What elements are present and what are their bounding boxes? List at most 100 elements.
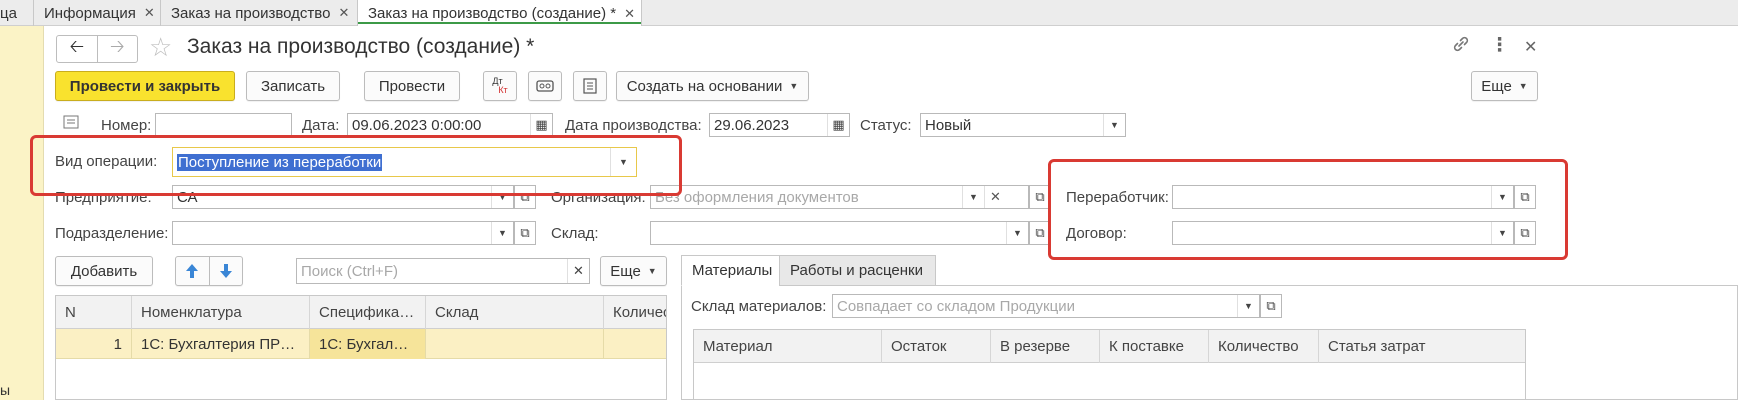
number-label: Номер: [101,117,152,134]
save-button[interactable]: Записать [246,71,340,101]
highlight-frame-processor [1048,159,1568,260]
organization-select[interactable]: Без оформления документов ✕ ▼ [650,185,1029,209]
chevron-down-icon[interactable]: ▼ [962,186,984,208]
reports-button[interactable] [528,71,562,101]
materials-warehouse-placeholder: Совпадает со складом Продукции [837,297,1075,315]
cell-specification[interactable]: 1С: Бухгал… [310,329,426,359]
create-based-on-label: Создать на основании [626,77,783,95]
clear-icon[interactable]: ✕ [984,186,1006,208]
tab-label: Заказ на производство [171,4,331,22]
calendar-icon[interactable]: ▦ [827,114,849,136]
column-header-balance[interactable]: Остаток [882,330,991,363]
column-header-reserved[interactable]: В резерве [991,330,1100,363]
tab-label: Информация [44,4,136,22]
status-value: Новый [925,116,972,134]
column-header-nomenclature[interactable]: Номенклатура [132,296,310,329]
move-buttons [175,256,243,286]
cell-quantity[interactable] [604,329,666,359]
date-input[interactable]: 09.06.2023 0:00:00 ▦ [347,113,553,137]
tab-information[interactable]: Информация ✕ [34,0,161,26]
cell-warehouse[interactable] [426,329,604,359]
move-down-icon[interactable] [210,257,243,285]
materials-warehouse-select[interactable]: Совпадает со складом Продукции ▼ [832,294,1260,318]
highlight-frame-operation [30,135,682,196]
table-row[interactable]: 1 1С: Бухгалтерия ПР… 1С: Бухгал… [56,329,666,359]
tab-start-page[interactable]: ца [0,0,34,26]
more-label: Еще [610,262,641,280]
department-select[interactable]: ▼ [172,221,514,245]
move-up-icon[interactable] [176,257,210,285]
chevron-down-icon: ▼ [789,81,799,91]
materials-table: Материал Остаток В резерве К поставке Ко… [693,329,1526,400]
products-more-button[interactable]: Еще ▼ [600,256,667,286]
post-and-close-button[interactable]: Провести и закрыть [55,71,235,101]
date-label: Дата: [302,117,340,134]
tab-materials[interactable]: Материалы [681,255,780,286]
forward-arrow-icon[interactable]: 🡢 [98,36,138,62]
tab-strip: ца Информация ✕ Заказ на производство ✕ … [0,0,1738,27]
left-panel-strip: ы [0,26,44,400]
production-date-value: 29.06.2023 [714,116,790,134]
close-icon[interactable]: ✕ [144,5,155,21]
favorite-star-icon[interactable]: ☆ [149,32,172,63]
document-icon [63,115,79,133]
column-header-material[interactable]: Материал [694,330,882,363]
column-header-warehouse[interactable]: Склад [426,296,604,329]
open-icon[interactable]: ⧉ [514,221,536,245]
cell-n[interactable]: 1 [56,329,132,359]
list-icon [583,78,597,94]
calendar-icon[interactable]: ▦ [530,114,552,136]
column-header-to-supply[interactable]: К поставке [1100,330,1209,363]
table-header: Материал Остаток В резерве К поставке Ко… [694,330,1525,363]
column-header-quantity[interactable]: Количество [1209,330,1319,363]
search-placeholder: Поиск (Ctrl+F) [301,262,398,280]
chevron-down-icon: ▼ [647,266,657,276]
date-value: 09.06.2023 0:00:00 [352,116,482,134]
clear-icon[interactable]: ✕ [567,259,589,283]
back-arrow-icon[interactable]: 🡠 [57,36,98,62]
post-button[interactable]: Провести [364,71,460,101]
add-row-button[interactable]: Добавить [55,256,153,286]
left-strip-text: ы [0,382,11,398]
page-title: Заказ на производство (создание) * [187,35,535,58]
tab-production-order-new[interactable]: Заказ на производство (создание) * ✕ [358,0,642,27]
department-label: Подразделение: [55,225,169,242]
print-structure-icon [536,80,554,92]
chevron-down-icon[interactable]: ▼ [1006,222,1028,244]
tab-label: ца [0,4,17,22]
open-icon[interactable]: ⧉ [1260,294,1282,318]
more-vertical-icon[interactable]: ⋮ [1490,34,1509,57]
organization-placeholder: Без оформления документов [655,188,859,206]
status-select[interactable]: Новый ▼ [920,113,1126,137]
warehouse-label: Склад: [551,225,599,242]
warehouse-select[interactable]: ▼ [650,221,1029,245]
dt-kt-button[interactable]: Дт Кт [483,71,517,101]
column-header-quantity[interactable]: Количес [604,296,666,329]
tab-works-and-rates[interactable]: Работы и расценки [779,255,936,286]
chevron-down-icon[interactable]: ▼ [491,222,513,244]
chevron-down-icon[interactable]: ▼ [1103,114,1125,136]
close-icon[interactable]: ✕ [624,6,635,22]
close-icon[interactable]: ✕ [338,5,349,21]
column-header-specification[interactable]: Специфика… [310,296,426,329]
production-date-input[interactable]: 29.06.2023 ▦ [709,113,850,137]
column-header-cost-item[interactable]: Статья затрат [1319,330,1525,363]
create-based-on-button[interactable]: Создать на основании ▼ [616,71,809,101]
search-input[interactable]: Поиск (Ctrl+F) ✕ [296,258,590,284]
status-label: Статус: [860,117,912,134]
products-table: N Номенклатура Специфика… Склад Количес … [55,295,667,400]
column-header-n[interactable]: N [56,296,132,329]
chevron-down-icon[interactable]: ▼ [1237,295,1259,317]
list-button[interactable] [573,71,607,101]
link-icon[interactable] [1451,34,1471,60]
close-icon[interactable]: ✕ [1524,37,1537,57]
cell-nomenclature[interactable]: 1С: Бухгалтерия ПР… [132,329,310,359]
nav-buttons: 🡠 🡢 [56,35,138,63]
number-input[interactable] [155,113,292,137]
chevron-down-icon: ▼ [1518,81,1528,91]
tab-production-order[interactable]: Заказ на производство ✕ [161,0,358,26]
production-date-label: Дата производства: [565,117,702,134]
document-window: 🡠 🡢 ☆ Заказ на производство (создание) *… [30,26,1738,400]
more-label: Еще [1481,77,1512,95]
more-button[interactable]: Еще ▼ [1471,71,1538,101]
